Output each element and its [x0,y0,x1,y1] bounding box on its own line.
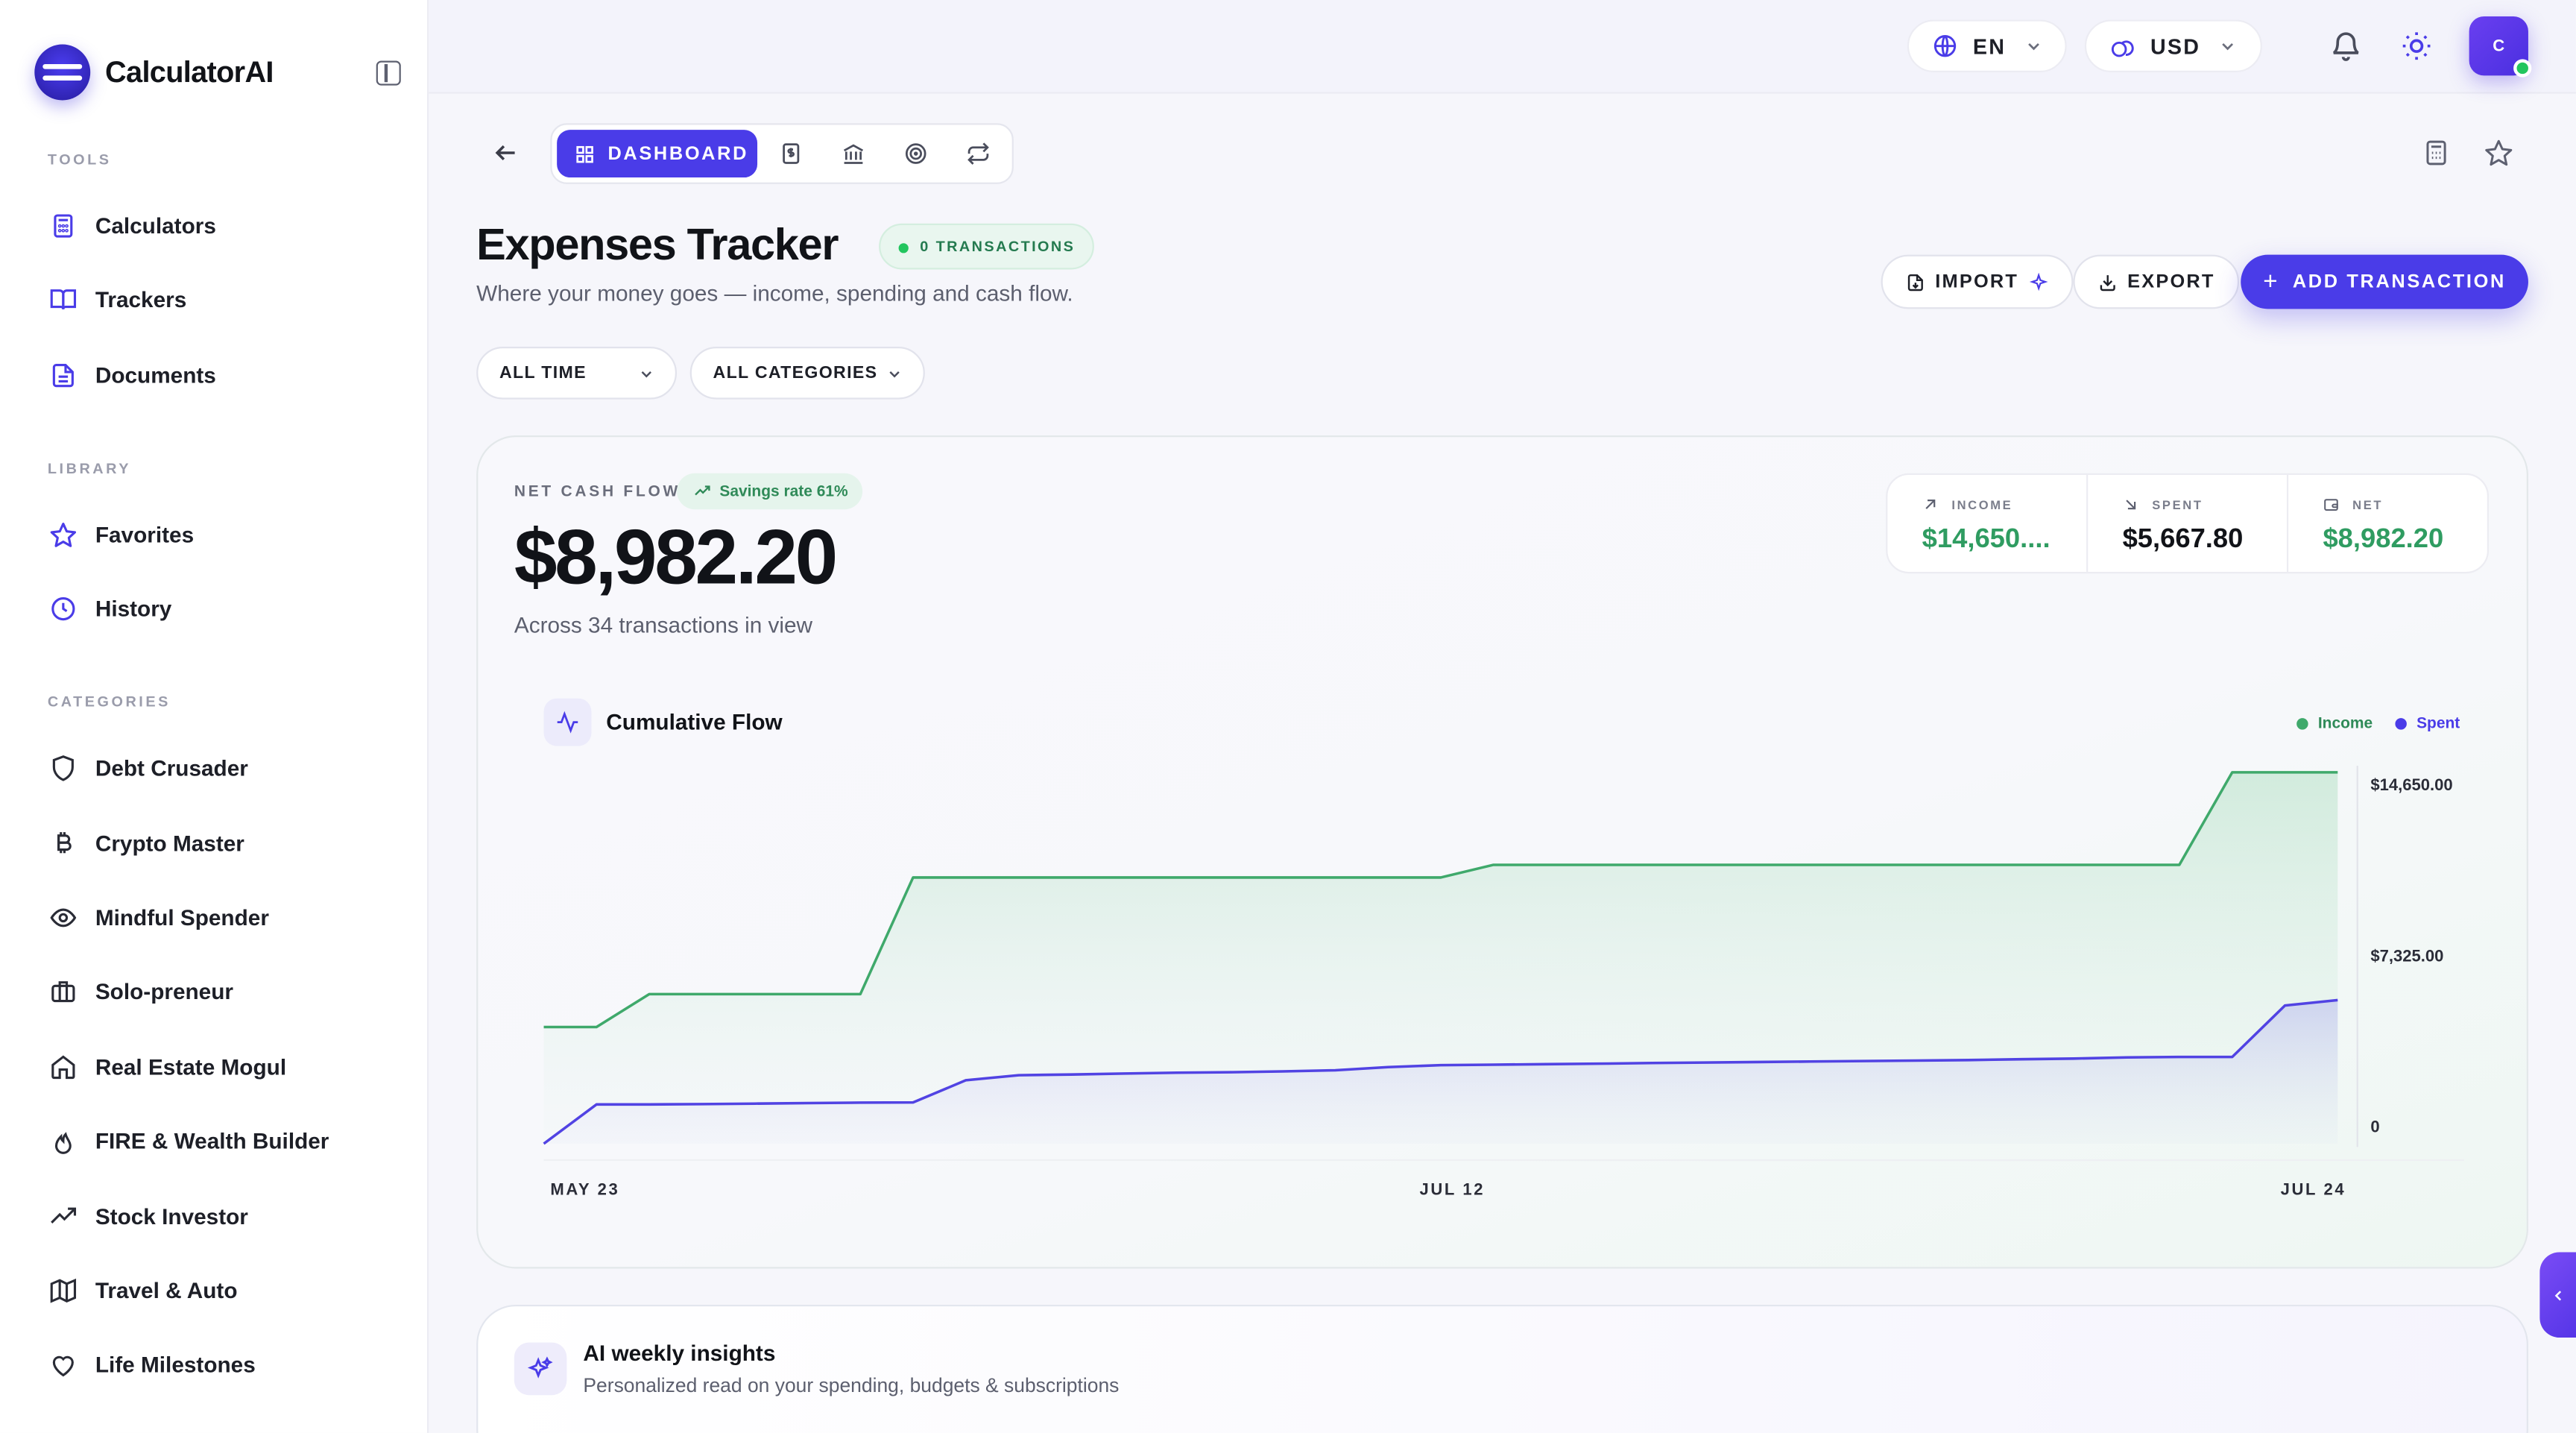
cumulative-flow-chart: $14,650.00 $7,325.00 0 MAY 23 JUL 12 JUL 24 [543,766,2464,1198]
chevron-left-icon [2554,1290,2562,1300]
sparkles-icon [514,1342,567,1396]
ai-insights-title: AI weekly insights [583,1341,776,1366]
ai-insights-subtitle: Personalized read on your spending, budg… [583,1373,1120,1397]
ai-insights-card[interactable] [476,1304,2528,1433]
x-tick-label: JUL 12 [1419,1180,1485,1198]
x-tick-label: MAY 23 [550,1180,619,1198]
y-tick-label: 0 [2370,1118,2379,1136]
y-tick-label: $14,650.00 [2370,775,2452,794]
y-tick-label: $7,325.00 [2370,946,2443,965]
assistant-drawer-handle[interactable] [2539,1252,2576,1338]
x-tick-label: JUL 24 [2281,1180,2346,1198]
